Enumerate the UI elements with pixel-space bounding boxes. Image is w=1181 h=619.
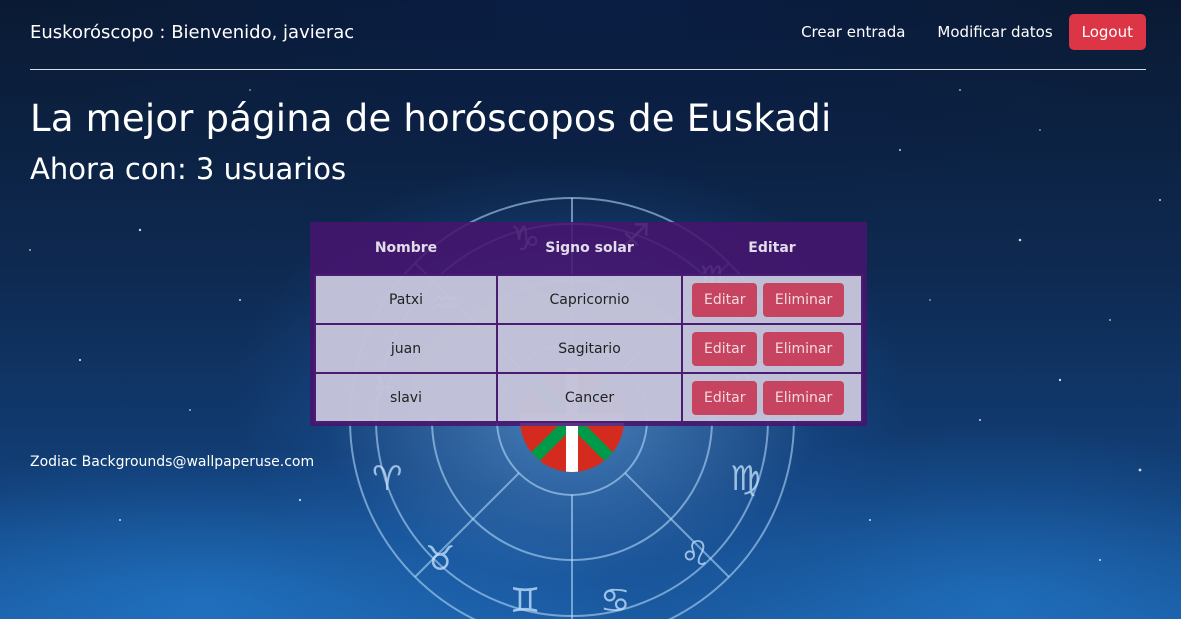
brand-title[interactable]: Euskoróscopo : Bienvenido, javierac bbox=[30, 22, 354, 43]
page-title: La mejor página de horóscopos de Euskadi bbox=[30, 97, 832, 140]
table-header-row: Nombre Signo solar Editar bbox=[315, 222, 862, 275]
svg-text:♈: ♈ bbox=[372, 459, 402, 499]
header-nombre: Nombre bbox=[374, 240, 438, 256]
edit-button[interactable]: Editar bbox=[692, 380, 758, 415]
cell-actions: Editar Eliminar bbox=[681, 274, 863, 325]
edit-button[interactable]: Editar bbox=[692, 282, 758, 317]
cell-actions: Editar Eliminar bbox=[681, 323, 863, 374]
svg-text:♍: ♍ bbox=[730, 459, 760, 499]
users-table: Nombre Signo solar Editar Patxi Capricor… bbox=[314, 222, 863, 423]
cell-signo: Capricornio bbox=[496, 274, 683, 325]
nav-crear-entrada-link[interactable]: Crear entrada bbox=[801, 23, 905, 41]
cell-signo: Cancer bbox=[496, 372, 683, 423]
svg-text:♋: ♋ bbox=[600, 581, 630, 619]
user-count-subtitle: Ahora con: 3 usuarios bbox=[30, 152, 347, 186]
table-row: slavi Cancer Editar Eliminar bbox=[314, 372, 863, 423]
nav-links: Crear entrada Modificar datos Logout bbox=[801, 14, 1146, 50]
delete-button[interactable]: Eliminar bbox=[762, 380, 845, 415]
cell-signo: Sagitario bbox=[496, 323, 683, 374]
top-navbar: Euskoróscopo : Bienvenido, javierac Crea… bbox=[30, 12, 1146, 70]
edit-button[interactable]: Editar bbox=[692, 331, 758, 366]
logout-button[interactable]: Logout bbox=[1068, 14, 1146, 50]
table-row: Patxi Capricornio Editar Eliminar bbox=[314, 274, 863, 325]
header-editar: Editar bbox=[748, 240, 796, 256]
users-table-container: Nombre Signo solar Editar Patxi Capricor… bbox=[310, 222, 867, 426]
svg-text:♉: ♉ bbox=[425, 539, 455, 579]
cell-nombre: Patxi bbox=[314, 274, 498, 325]
header-signo-solar: Signo solar bbox=[545, 240, 634, 256]
cell-nombre: juan bbox=[314, 323, 498, 374]
delete-button[interactable]: Eliminar bbox=[762, 282, 845, 317]
background-credit: Zodiac Backgrounds@wallpaperuse.com bbox=[30, 454, 315, 470]
cell-actions: Editar Eliminar bbox=[681, 372, 863, 423]
nav-modificar-datos-link[interactable]: Modificar datos bbox=[937, 23, 1052, 41]
delete-button[interactable]: Eliminar bbox=[762, 331, 845, 366]
table-row: juan Sagitario Editar Eliminar bbox=[314, 323, 863, 374]
cell-nombre: slavi bbox=[314, 372, 498, 423]
svg-text:♊: ♊ bbox=[510, 581, 540, 619]
svg-text:♌: ♌ bbox=[680, 534, 710, 574]
